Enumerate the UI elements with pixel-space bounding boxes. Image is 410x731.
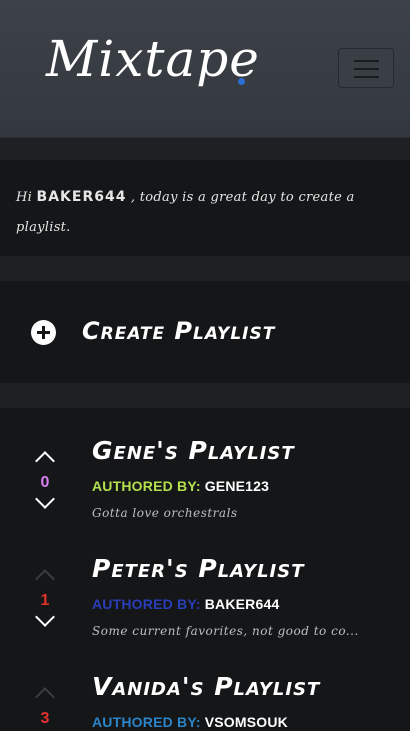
playlist-item[interactable]: 0 Gene's Playlist AUTHORED BY: GENE123 Go… — [0, 408, 410, 526]
brand-logo[interactable]: Mixtape — [46, 34, 260, 84]
playlist-author: AUTHORED BY: VSOMSOUK — [92, 714, 288, 730]
playlist-description: Gotta love orchestrals — [92, 506, 238, 520]
create-playlist-button[interactable]: Create Playlist — [82, 317, 275, 345]
menu-toggle-button[interactable] — [338, 48, 394, 88]
playlist-title[interactable]: Vanida's Playlist — [92, 672, 320, 701]
author-label: AUTHORED BY: — [92, 478, 201, 494]
vote-controls: 1 — [30, 566, 60, 627]
hamburger-icon-bottom — [354, 76, 379, 78]
playlist-list: 0 Gene's Playlist AUTHORED BY: GENE123 Go… — [0, 408, 410, 731]
hamburger-icon — [354, 60, 379, 62]
create-playlist-card[interactable]: Create Playlist — [0, 281, 410, 383]
playlist-title[interactable]: Gene's Playlist — [92, 436, 295, 465]
author-name[interactable]: BAKER644 — [205, 596, 280, 612]
navbar: Mixtape — [0, 0, 410, 138]
greeting-text: Hi BAKER644 , today is a great day to cr… — [16, 182, 386, 243]
author-name[interactable]: VSOMSOUK — [205, 714, 288, 730]
author-name[interactable]: GENE123 — [205, 478, 269, 494]
upvote-icon[interactable] — [35, 569, 55, 589]
upvote-icon[interactable] — [35, 451, 55, 471]
author-label: AUTHORED BY: — [92, 596, 201, 612]
author-label: AUTHORED BY: — [92, 714, 201, 730]
playlist-author: AUTHORED BY: BAKER644 — [92, 596, 279, 612]
playlist-item[interactable]: 3 Vanida's Playlist AUTHORED BY: VSOMSOUK — [0, 644, 410, 731]
greeting-card: Hi BAKER644 , today is a great day to cr… — [0, 160, 410, 256]
greeting-prefix: Hi — [16, 190, 37, 205]
playlist-title[interactable]: Peter's Playlist — [92, 554, 304, 583]
greeting-username: BAKER644 — [36, 189, 127, 205]
playlist-item[interactable]: 1 Peter's Playlist AUTHORED BY: BAKER644 … — [0, 526, 410, 644]
upvote-icon[interactable] — [35, 687, 55, 707]
vote-controls: 3 — [30, 684, 60, 731]
brand-dot — [238, 78, 245, 85]
vote-controls: 0 — [30, 448, 60, 509]
plus-circle-icon[interactable] — [31, 320, 56, 345]
hamburger-icon-middle — [354, 68, 379, 70]
playlist-author: AUTHORED BY: GENE123 — [92, 478, 269, 494]
playlist-description: Some current favorites, not good to co..… — [92, 624, 359, 638]
